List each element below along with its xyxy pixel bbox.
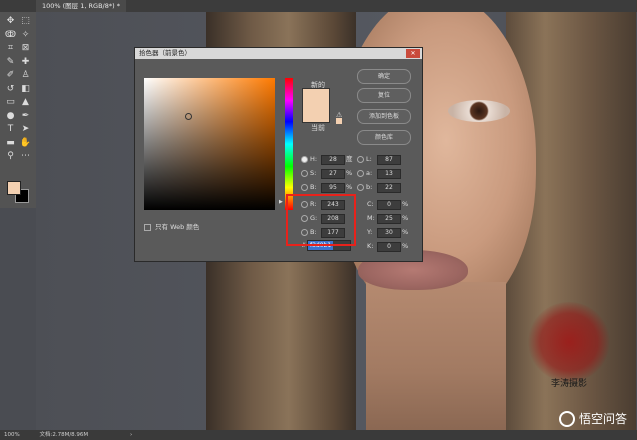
rgb-highlight-box <box>286 194 356 246</box>
pen-tool-icon[interactable]: ✒ <box>19 110 32 122</box>
a-input[interactable]: 13 <box>377 169 401 179</box>
clone-stamp-tool-icon[interactable]: ♙ <box>19 69 32 81</box>
s-unit: % <box>346 169 353 177</box>
h-label: H: <box>310 155 318 163</box>
move-tool-icon[interactable]: ✥ <box>4 15 17 27</box>
b-row: B: 95 % <box>301 182 361 193</box>
new-color-swatch <box>302 88 330 110</box>
c-unit: % <box>402 200 409 208</box>
l-input[interactable]: 87 <box>377 155 401 165</box>
k-unit: % <box>402 242 409 250</box>
dialog-title: 拾色器（前景色） <box>139 49 191 57</box>
hue-slider[interactable] <box>285 78 293 210</box>
s-input[interactable]: 27 <box>321 169 345 179</box>
watermark: 悟空问答 <box>558 410 627 427</box>
history-brush-tool-icon[interactable]: ↺ <box>4 83 17 95</box>
blur-tool-icon[interactable]: ▲ <box>19 96 32 108</box>
reset-button[interactable]: 复位 <box>357 88 411 103</box>
zoom-tool-icon[interactable]: ⚲ <box>4 150 17 162</box>
h-unit: 度 <box>346 155 353 163</box>
only-web-colors-label: 只有 Web 颜色 <box>155 223 200 231</box>
wukong-logo-icon <box>558 410 575 427</box>
only-web-colors-checkbox[interactable]: 只有 Web 颜色 <box>144 221 199 231</box>
hand-tool-icon[interactable]: ✋ <box>19 137 32 149</box>
l-radio[interactable] <box>357 156 364 163</box>
color-picker-dialog: 拾色器（前景色） ✕ ▶ 新的 当前 ⚠ 确定 复位 添加到色板 颜色库 H: … <box>134 47 423 262</box>
c-label: C: <box>367 200 374 208</box>
gamut-warning-swatch[interactable] <box>336 118 342 124</box>
watermark-brand: 悟空问答 <box>578 412 627 426</box>
y-row: Y: 30 % <box>367 227 421 238</box>
color-field[interactable] <box>144 78 275 210</box>
a-row: a: 13 <box>357 168 417 179</box>
m-unit: % <box>402 214 409 222</box>
foreground-color-swatch[interactable] <box>7 181 21 195</box>
c-row: C: 0 % <box>367 199 421 210</box>
stamp-text: 李涛摄影 <box>550 379 587 389</box>
photo-neck <box>366 282 506 430</box>
s-label: S: <box>310 169 317 177</box>
eyedropper-tool-icon[interactable]: ✎ <box>4 56 17 68</box>
photo-eye <box>448 100 510 122</box>
y-unit: % <box>402 228 409 236</box>
status-menu-arrow-icon[interactable]: › <box>130 432 132 438</box>
magic-wand-tool-icon[interactable]: ✧ <box>19 29 32 41</box>
y-label: Y: <box>367 228 373 236</box>
b-radio[interactable] <box>301 184 308 191</box>
shape-tool-icon[interactable]: ▬ <box>4 137 17 149</box>
brush-tool-icon[interactable]: ✐ <box>4 69 17 81</box>
document-tab[interactable]: 100% (图层 1, RGB/8*) * <box>36 0 126 12</box>
l-label: L: <box>366 155 372 163</box>
close-icon[interactable]: ✕ <box>406 49 420 58</box>
add-to-swatches-button[interactable]: 添加到色板 <box>357 109 411 124</box>
a-radio[interactable] <box>357 170 364 177</box>
document-size: 文档:2.78M/8.96M <box>39 432 89 438</box>
b-input[interactable]: 95 <box>321 183 345 193</box>
zoom-level[interactable]: 100% <box>4 432 20 438</box>
lab-b-label: b: <box>366 183 373 191</box>
crop-tool-icon[interactable]: ⌗ <box>4 42 17 54</box>
color-libraries-button[interactable]: 颜色库 <box>357 130 411 145</box>
checkbox-icon[interactable] <box>144 223 151 231</box>
hue-slider-arrow-icon[interactable]: ▶ <box>279 199 283 205</box>
seal-stamp <box>528 302 610 382</box>
lab-b-radio[interactable] <box>357 184 364 191</box>
b-unit: % <box>346 183 353 191</box>
eraser-tool-icon[interactable]: ◧ <box>19 83 32 95</box>
type-tool-icon[interactable]: T <box>4 123 17 135</box>
k-label: K: <box>367 242 374 250</box>
current-color-swatch[interactable] <box>302 108 330 123</box>
frame-tool-icon[interactable]: ⊠ <box>19 42 32 54</box>
current-color-label: 当前 <box>311 124 325 132</box>
lasso-tool-icon[interactable]: ↂ <box>4 29 17 41</box>
h-row: H: 28 度 <box>301 154 361 165</box>
healing-brush-tool-icon[interactable]: ✚ <box>19 56 32 68</box>
ok-button[interactable]: 确定 <box>357 69 411 84</box>
y-input[interactable]: 30 <box>377 228 401 238</box>
dialog-titlebar[interactable]: 拾色器（前景色） ✕ <box>135 48 422 59</box>
gradient-tool-icon[interactable]: ▭ <box>4 96 17 108</box>
lab-b-row: b: 22 <box>357 182 417 193</box>
lab-b-input[interactable]: 22 <box>377 183 401 193</box>
s-radio[interactable] <box>301 170 308 177</box>
s-row: S: 27 % <box>301 168 361 179</box>
marquee-tool-icon[interactable]: ⬚ <box>19 15 32 27</box>
m-input[interactable]: 25 <box>377 214 401 224</box>
a-label: a: <box>366 169 373 177</box>
tools-panel: ✥ ⬚ ↂ ✧ ⌗ ⊠ ✎ ✚ ✐ ♙ ↺ ◧ ▭ ▲ ● ✒ T ➤ ▬ ✋ ⚲ ⋯ <box>0 12 37 208</box>
k-input[interactable]: 0 <box>377 242 401 252</box>
h-radio[interactable] <box>301 156 308 163</box>
k-row: K: 0 % <box>367 241 421 252</box>
status-bar: 100% 文档:2.78M/8.96M › <box>0 430 637 440</box>
b-label: B: <box>310 183 317 191</box>
m-row: M: 25 % <box>367 213 421 224</box>
l-row: L: 87 <box>357 154 417 165</box>
m-label: M: <box>367 214 375 222</box>
path-selection-tool-icon[interactable]: ➤ <box>19 123 32 135</box>
dodge-tool-icon[interactable]: ● <box>4 110 17 122</box>
more-tools-icon[interactable]: ⋯ <box>19 150 32 162</box>
color-field-cursor[interactable] <box>185 113 192 120</box>
h-input[interactable]: 28 <box>321 155 345 165</box>
c-input[interactable]: 0 <box>377 200 401 210</box>
